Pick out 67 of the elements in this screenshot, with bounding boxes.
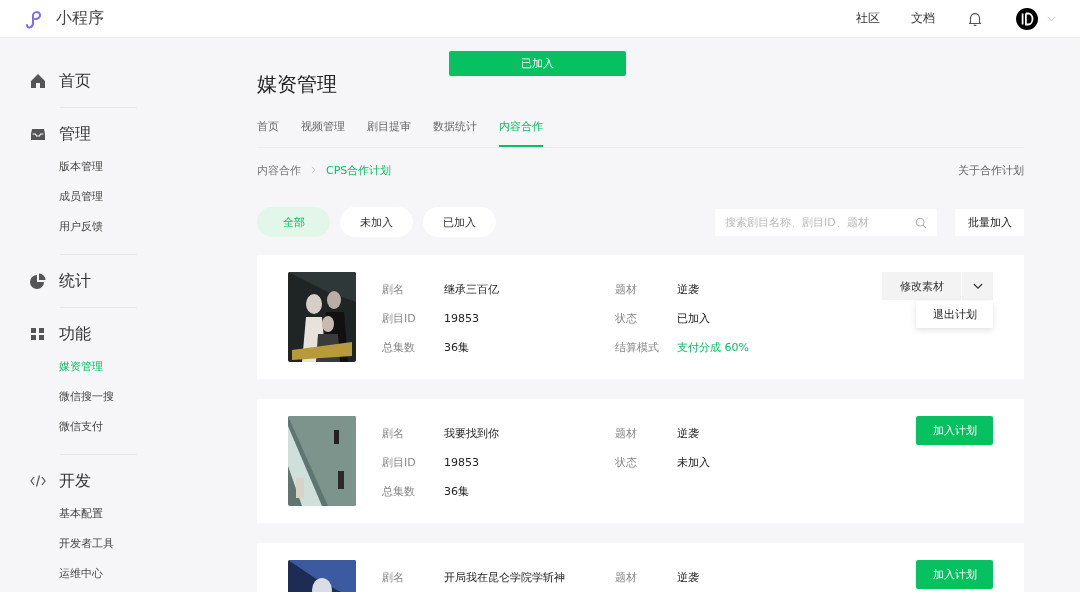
- field-label: 题材: [615, 282, 638, 297]
- page-title: 媒资管理: [257, 71, 338, 98]
- sidebar-item[interactable]: 版本管理: [59, 152, 257, 182]
- field-value: 我要找到你: [444, 426, 499, 441]
- field-value: 36集: [444, 340, 469, 355]
- field-value: 19853: [444, 456, 479, 469]
- avatar[interactable]: [1016, 7, 1038, 30]
- code-icon: [30, 473, 46, 489]
- field-label: 结算模式: [615, 340, 660, 355]
- field-label: 总集数: [382, 340, 416, 355]
- sidebar-item[interactable]: 微信支付: [59, 412, 257, 442]
- menu-item[interactable]: 退出计划: [916, 301, 993, 328]
- tab[interactable]: 视频管理: [301, 113, 345, 147]
- sidebar-item[interactable]: 成员管理: [59, 182, 257, 212]
- field-label: 剧目ID: [382, 455, 417, 470]
- field-label: 状态: [615, 455, 638, 470]
- batch-add-button[interactable]: 批量加入: [955, 208, 1024, 236]
- nav-link[interactable]: 文档: [911, 10, 935, 27]
- pie-chart-icon: [30, 273, 46, 289]
- field-label: 题材: [615, 570, 638, 585]
- field-value: 逆袭: [677, 426, 699, 441]
- field-value: 继承三百亿: [444, 282, 499, 297]
- about-link[interactable]: 关于合作计划: [958, 162, 1024, 178]
- filter-chip[interactable]: 已加入: [423, 207, 496, 237]
- sidebar-item[interactable]: 基本配置: [59, 499, 257, 529]
- edit-material-button[interactable]: 修改素材: [882, 272, 961, 300]
- field-label: 总集数: [382, 484, 416, 499]
- field-value: 支付分成 60%: [677, 340, 749, 355]
- field-value: 36集: [444, 484, 469, 499]
- toast-message: 已加入: [449, 51, 626, 76]
- dropdown-toggle[interactable]: [962, 272, 993, 300]
- chevron-right-icon: [311, 166, 316, 174]
- field-value: 已加入: [677, 311, 710, 326]
- search-field[interactable]: 搜索剧目名称、剧目ID、题材: [715, 208, 937, 236]
- sidebar-group-title[interactable]: 统计: [59, 270, 91, 292]
- field-label: 题材: [615, 426, 638, 441]
- app-name: 小程序: [56, 8, 104, 29]
- sidebar-group-title[interactable]: 管理: [59, 123, 91, 145]
- field-value: 未加入: [677, 455, 710, 470]
- sidebar-group-title[interactable]: 首页: [59, 70, 91, 92]
- field-label: 剧名: [382, 426, 405, 441]
- field-value: 逆袭: [677, 570, 699, 585]
- filter-chip[interactable]: 未加入: [340, 207, 413, 237]
- grid-icon: [30, 326, 46, 342]
- field-value: 逆袭: [677, 282, 699, 297]
- field-label: 剧名: [382, 282, 405, 297]
- field-label: 状态: [615, 311, 638, 326]
- tab[interactable]: 剧目提审: [367, 113, 411, 147]
- sidebar-group-title[interactable]: 开发: [59, 470, 91, 492]
- chevron-down-icon: [972, 282, 983, 290]
- field-value: 开局我在昆仑学院学斩神: [444, 570, 565, 585]
- sidebar-item[interactable]: 微信搜一搜: [59, 382, 257, 412]
- field-label: 剧名: [382, 570, 405, 585]
- search-icon: [915, 216, 927, 229]
- field-value: 19853: [444, 312, 479, 325]
- sidebar-item[interactable]: 开发者工具: [59, 529, 257, 559]
- breadcrumb-link[interactable]: 内容合作: [257, 162, 301, 178]
- tray-icon: [30, 126, 46, 142]
- sidebar-item[interactable]: 用户反馈: [59, 212, 257, 242]
- tab[interactable]: 首页: [257, 113, 279, 147]
- field-label: 剧目ID: [382, 311, 417, 326]
- tab[interactable]: 数据统计: [433, 113, 477, 147]
- nav-link[interactable]: 社区: [856, 10, 880, 27]
- sidebar-group-title[interactable]: 功能: [59, 323, 91, 345]
- logo-icon: [24, 8, 44, 29]
- sidebar-item[interactable]: 运维中心: [59, 559, 257, 589]
- home-icon: [30, 73, 46, 89]
